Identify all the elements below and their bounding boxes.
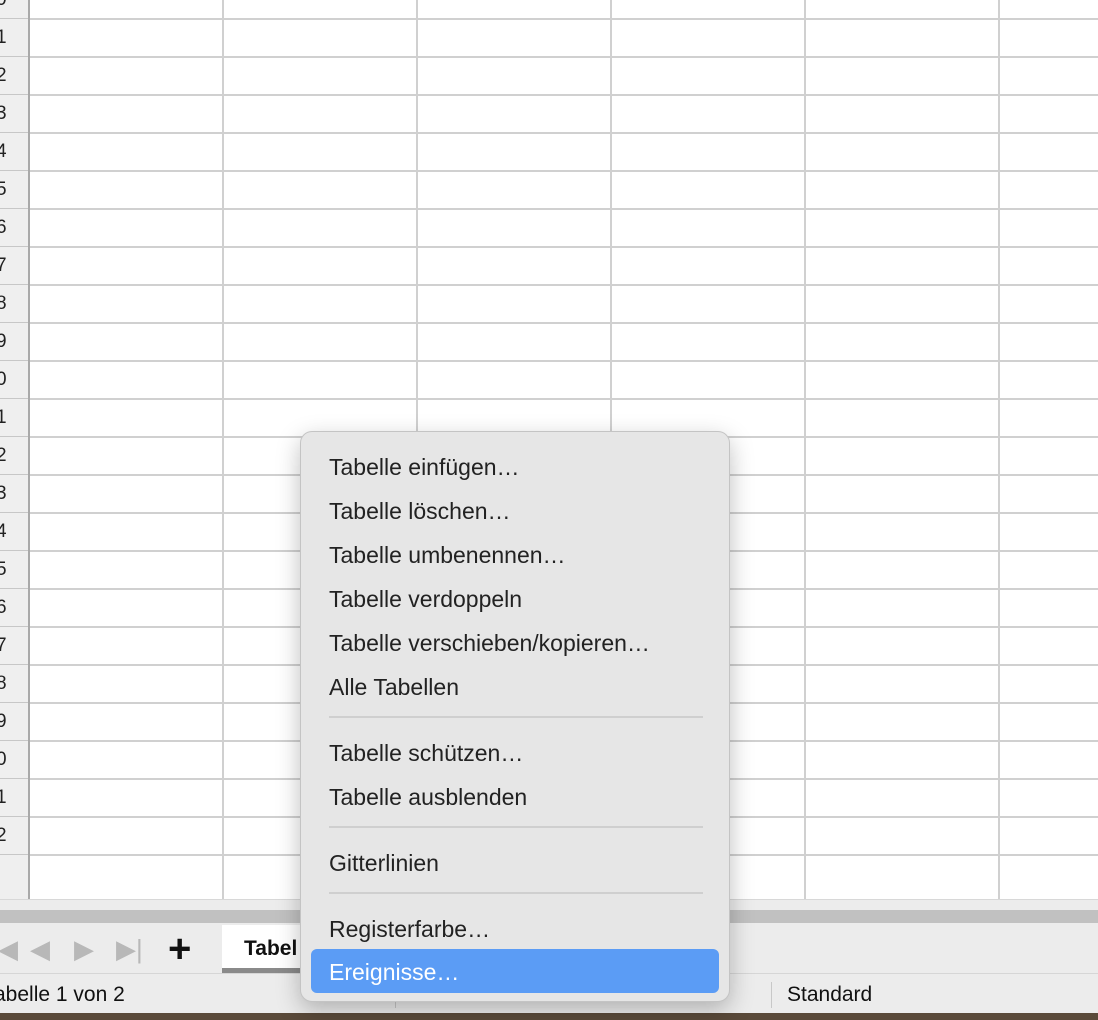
grid-row-line [30, 360, 1098, 362]
next-sheet-icon[interactable]: ▶ [74, 935, 94, 963]
first-sheet-icon[interactable]: ◀ [0, 935, 18, 963]
row-number[interactable]: 7 [0, 627, 28, 665]
menu-item-duplicate-sheet[interactable]: Tabelle verdoppeln [311, 576, 719, 620]
grid-row-line [30, 208, 1098, 210]
menu-item-all-sheets[interactable]: Alle Tabellen [311, 664, 719, 708]
row-number[interactable]: 0 [0, 741, 28, 779]
row-number[interactable]: 5 [0, 171, 28, 209]
sheet-count-status: abelle 1 von 2 [0, 983, 125, 1006]
menu-item-label: Registerfarbe… [329, 916, 491, 942]
menu-item-label: Tabelle verschieben/kopieren… [329, 630, 650, 656]
grid-row-line [30, 94, 1098, 96]
grid-row-line [30, 322, 1098, 324]
row-number[interactable]: 0 [0, 361, 28, 399]
row-number[interactable]: 1 [0, 399, 28, 437]
menu-item-label: Tabelle löschen… [329, 498, 511, 524]
menu-item-rename-sheet[interactable]: Tabelle umbenennen… [311, 532, 719, 576]
row-number[interactable]: 8 [0, 665, 28, 703]
desktop-strip [0, 1013, 1098, 1020]
row-number[interactable]: 3 [0, 475, 28, 513]
menu-item-delete-sheet[interactable]: Tabelle löschen… [311, 488, 719, 532]
row-number[interactable]: 5 [0, 551, 28, 589]
status-divider [771, 982, 772, 1008]
menu-item-label: Tabelle einfügen… [329, 454, 520, 480]
grid-row-line [30, 56, 1098, 58]
menu-item-label: Ereignisse… [329, 959, 460, 985]
grid-row-line [30, 170, 1098, 172]
menu-item-label: Gitterlinien [329, 850, 439, 876]
menu-item-label: Tabelle verdoppeln [329, 586, 523, 612]
grid-column-line [804, 0, 806, 899]
row-number[interactable]: 9 [0, 323, 28, 361]
row-number[interactable]: 7 [0, 247, 28, 285]
prev-sheet-icon[interactable]: ◀ [30, 935, 50, 963]
last-sheet-icon[interactable]: ▶| [116, 935, 143, 963]
menu-item-insert-sheet[interactable]: Tabelle einfügen… [311, 444, 719, 488]
menu-separator [329, 716, 703, 718]
menu-item-gridlines[interactable]: Gitterlinien [311, 840, 719, 884]
menu-separator [329, 892, 703, 894]
row-number[interactable]: 4 [0, 133, 28, 171]
grid-row-line [30, 284, 1098, 286]
menu-item-label: Tabelle ausblenden [329, 784, 528, 810]
menu-item-move-copy-sheet[interactable]: Tabelle verschieben/kopieren… [311, 620, 719, 664]
menu-item-events[interactable]: Ereignisse… [311, 949, 719, 993]
grid-row-line [30, 398, 1098, 400]
sheet-tab-label: Tabel [244, 937, 298, 960]
row-number[interactable]: 0 [0, 0, 28, 19]
row-number[interactable]: 8 [0, 285, 28, 323]
menu-item-label: Tabelle schützen… [329, 740, 524, 766]
add-sheet-button[interactable]: + [168, 929, 191, 969]
row-header[interactable]: 01234567890123456789012 [0, 0, 30, 899]
grid-row-line [30, 18, 1098, 20]
menu-item-label: Alle Tabellen [329, 674, 460, 700]
grid-row-line [30, 132, 1098, 134]
menu-item-tab-color[interactable]: Registerfarbe… [311, 906, 719, 950]
grid-row-line [30, 246, 1098, 248]
row-number[interactable]: 2 [0, 57, 28, 95]
menu-item-protect-sheet[interactable]: Tabelle schützen… [311, 730, 719, 774]
row-number[interactable]: 3 [0, 95, 28, 133]
row-number[interactable]: 2 [0, 437, 28, 475]
row-number[interactable]: 6 [0, 589, 28, 627]
grid-column-line [222, 0, 224, 899]
row-number[interactable]: 4 [0, 513, 28, 551]
grid-column-line [998, 0, 1000, 899]
menu-item-label: Tabelle umbenennen… [329, 542, 566, 568]
row-number[interactable]: 1 [0, 19, 28, 57]
page-style-status[interactable]: Standard [787, 983, 872, 1007]
menu-item-hide-sheet[interactable]: Tabelle ausblenden [311, 774, 719, 818]
row-number[interactable]: 9 [0, 703, 28, 741]
row-number[interactable]: 1 [0, 779, 28, 817]
row-number[interactable]: 2 [0, 817, 28, 855]
row-number[interactable]: 6 [0, 209, 28, 247]
sheet-context-menu: Tabelle einfügen… Tabelle löschen… Tabel… [300, 431, 730, 1002]
menu-separator [329, 826, 703, 828]
